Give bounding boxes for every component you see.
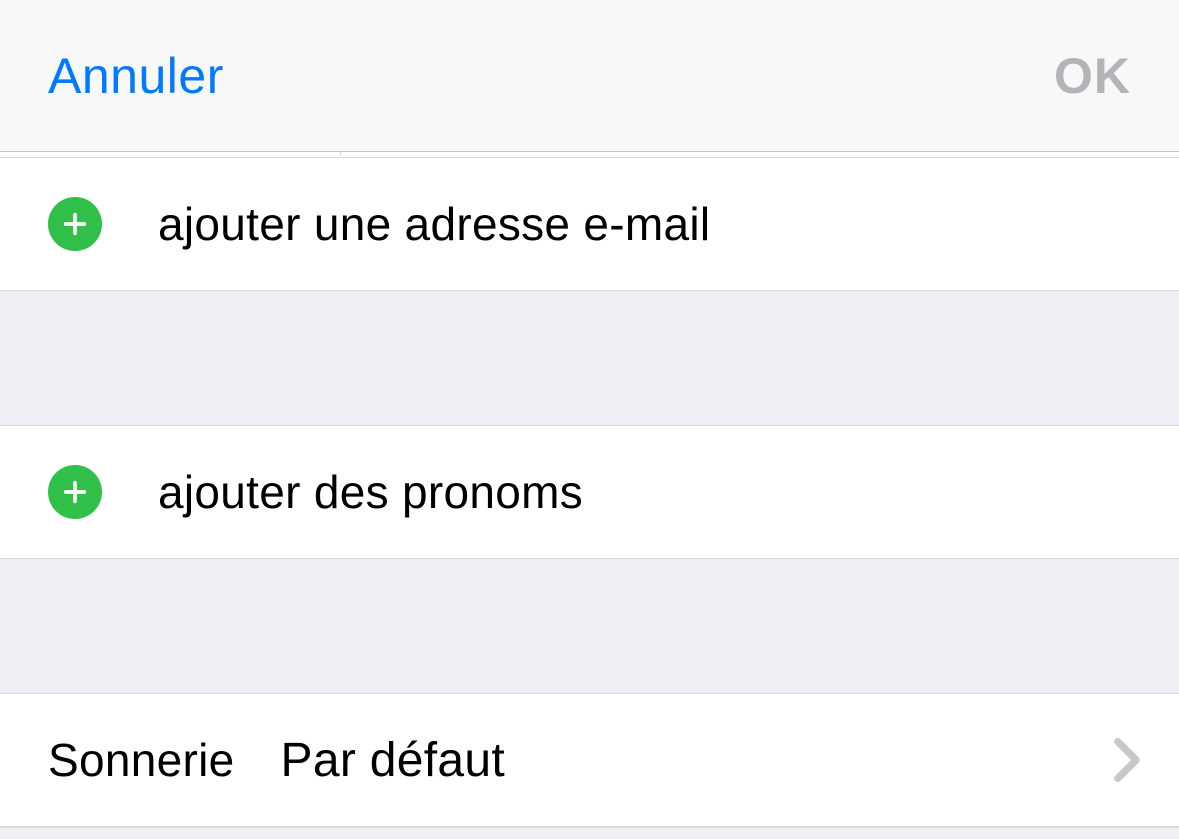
add-email-row[interactable]: ajouter une adresse e-mail bbox=[0, 158, 1179, 290]
modal-header: Annuler OK bbox=[0, 0, 1179, 152]
add-pronouns-row[interactable]: ajouter des pronoms bbox=[0, 426, 1179, 558]
ringtone-section: Sonnerie Par défaut bbox=[0, 693, 1179, 827]
section-spacer bbox=[0, 559, 1179, 693]
ringtone-row[interactable]: Sonnerie Par défaut bbox=[0, 694, 1179, 826]
bottom-spacer bbox=[0, 827, 1179, 839]
chevron-right-icon bbox=[1113, 738, 1141, 782]
email-section: ajouter une adresse e-mail bbox=[0, 158, 1179, 291]
add-pronouns-label: ajouter des pronoms bbox=[158, 465, 583, 519]
add-email-label: ajouter une adresse e-mail bbox=[158, 197, 710, 251]
field-divider bbox=[0, 152, 1179, 158]
ok-button[interactable]: OK bbox=[1054, 47, 1131, 105]
ringtone-key: Sonnerie bbox=[48, 733, 235, 787]
cancel-button[interactable]: Annuler bbox=[48, 47, 224, 105]
plus-icon bbox=[48, 465, 102, 519]
ringtone-value: Par défaut bbox=[281, 733, 505, 788]
section-spacer bbox=[0, 291, 1179, 425]
pronouns-section: ajouter des pronoms bbox=[0, 425, 1179, 559]
plus-icon bbox=[48, 197, 102, 251]
